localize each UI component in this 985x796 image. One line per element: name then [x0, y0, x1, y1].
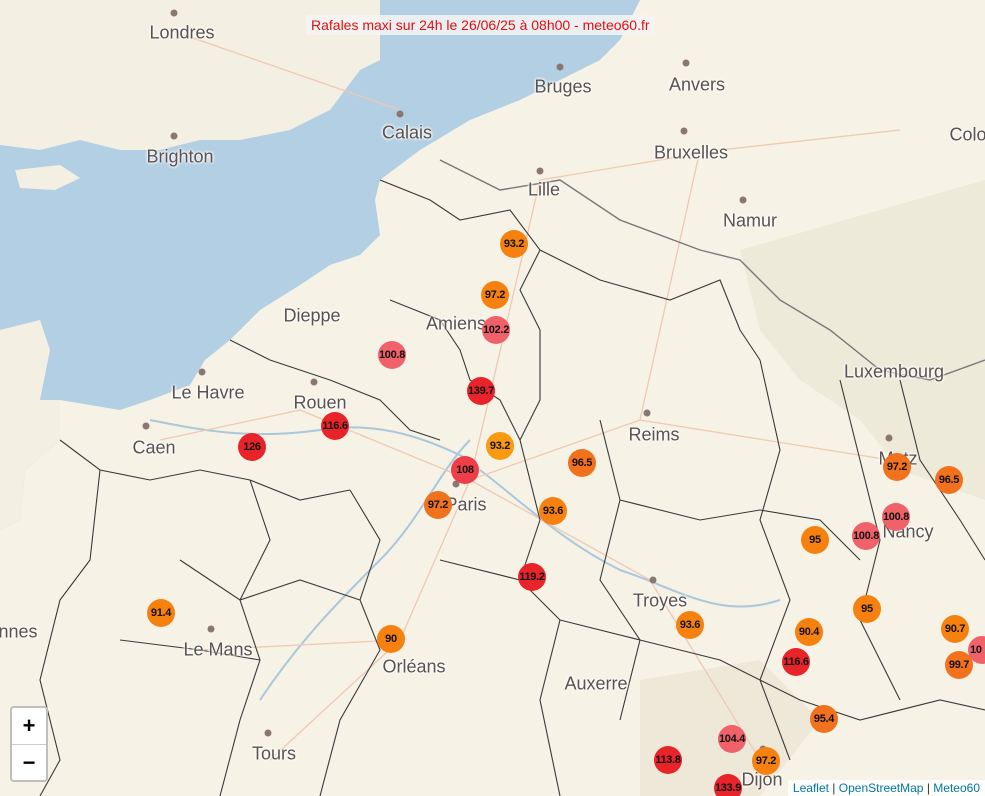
- city-dot-troyes: [649, 576, 657, 584]
- city-dot-le-havre: [198, 368, 206, 376]
- gust-marker[interactable]: 116.6: [782, 648, 810, 676]
- city-dot-brighton: [170, 132, 178, 140]
- gust-marker[interactable]: 97.2: [424, 491, 452, 519]
- city-label-luxembourg: Luxembourg: [843, 361, 945, 382]
- gust-marker[interactable]: 116.6: [321, 412, 349, 440]
- gust-marker[interactable]: 93.6: [676, 611, 704, 639]
- city-label-bruxelles: Bruxelles: [653, 142, 729, 163]
- city-label-le-mans: Le Mans: [183, 639, 253, 660]
- city-dot-anvers: [682, 59, 690, 67]
- zoom-control: + −: [10, 706, 48, 782]
- city-dot-reims: [643, 409, 651, 417]
- city-label-calais: Calais: [381, 122, 433, 143]
- city-dot-namur: [739, 196, 747, 204]
- city-label-anvers: Anvers: [668, 74, 726, 95]
- city-label-brighton: Brighton: [146, 146, 214, 167]
- map-canvas[interactable]: Londres Bruges Anvers Calais Brighton Br…: [0, 0, 985, 796]
- meteo60-link[interactable]: Meteo60: [933, 781, 980, 795]
- gust-marker[interactable]: 96.5: [568, 449, 596, 477]
- gust-marker[interactable]: 102.2: [482, 316, 510, 344]
- city-label-troyes: Troyes: [632, 590, 688, 611]
- city-dot-caen: [142, 422, 150, 430]
- city-label-auxerre: Auxerre: [564, 673, 628, 694]
- gust-marker[interactable]: 90: [377, 625, 405, 653]
- gust-marker[interactable]: 96.5: [935, 466, 963, 494]
- gust-marker[interactable]: 113.8: [654, 746, 682, 774]
- gust-marker[interactable]: 100.8: [852, 522, 880, 550]
- gust-marker[interactable]: 90.4: [795, 618, 823, 646]
- city-dot-bruxelles: [680, 127, 688, 135]
- city-label-tours: Tours: [251, 743, 297, 764]
- gust-marker[interactable]: 139.7: [467, 377, 495, 405]
- gust-marker[interactable]: 133.9: [714, 774, 742, 796]
- city-dot-tours: [264, 729, 272, 737]
- city-label-lille: Lille: [527, 179, 561, 200]
- city-dot-le-mans: [207, 625, 215, 633]
- gust-marker[interactable]: 100.8: [378, 341, 406, 369]
- attribution-bar: Leaflet | OpenStreetMap | Meteo60: [787, 780, 985, 796]
- city-label-caen: Caen: [132, 437, 176, 458]
- city-dot-metz: [885, 434, 893, 442]
- gust-marker[interactable]: 90.7: [941, 615, 969, 643]
- gust-marker[interactable]: 93.6: [539, 497, 567, 525]
- city-label-orleans: Orléans: [382, 656, 446, 677]
- gust-marker[interactable]: 97.2: [883, 453, 911, 481]
- gust-marker[interactable]: 93.2: [500, 230, 528, 258]
- map-title: Rafales maxi sur 24h le 26/06/25 à 08h00…: [306, 15, 655, 35]
- zoom-in-button[interactable]: +: [12, 708, 46, 745]
- city-dot-londres: [170, 9, 178, 17]
- city-label-dieppe: Dieppe: [283, 305, 341, 326]
- city-label-reims: Reims: [628, 424, 680, 445]
- zoom-out-button[interactable]: −: [12, 745, 46, 781]
- city-dot-bruges: [556, 63, 564, 71]
- city-dot-lille: [536, 167, 544, 175]
- gust-marker[interactable]: 91.4: [147, 599, 175, 627]
- city-label-namur: Namur: [722, 210, 778, 231]
- attribution-separator: |: [832, 781, 836, 795]
- gust-marker[interactable]: 97.2: [481, 281, 509, 309]
- gust-marker[interactable]: 100.8: [882, 503, 910, 531]
- leaflet-link[interactable]: Leaflet: [793, 781, 829, 795]
- city-label-bruges: Bruges: [534, 76, 592, 97]
- city-label-londres: Londres: [149, 22, 215, 43]
- gust-marker[interactable]: 95: [801, 526, 829, 554]
- city-label-rouen: Rouen: [293, 392, 347, 413]
- city-label-colo: Colo: [949, 124, 985, 145]
- city-dot-rouen: [310, 378, 318, 386]
- attribution-separator: |: [926, 781, 930, 795]
- osm-link[interactable]: OpenStreetMap: [839, 781, 924, 795]
- city-label-amiens: Amiens: [425, 313, 487, 334]
- gust-marker[interactable]: 93.2: [486, 432, 514, 460]
- city-label-nnes: nnes: [0, 621, 38, 642]
- gust-marker[interactable]: 108: [451, 456, 479, 484]
- gust-marker[interactable]: 119.2: [518, 563, 546, 591]
- gust-marker[interactable]: 97.2: [752, 747, 780, 775]
- gust-marker[interactable]: 95.4: [810, 705, 838, 733]
- gust-marker[interactable]: 126: [238, 433, 266, 461]
- gust-marker[interactable]: 95: [853, 595, 881, 623]
- gust-marker[interactable]: 104.4: [718, 725, 746, 753]
- city-dot-calais: [396, 110, 404, 118]
- city-label-le-havre: Le Havre: [171, 382, 245, 403]
